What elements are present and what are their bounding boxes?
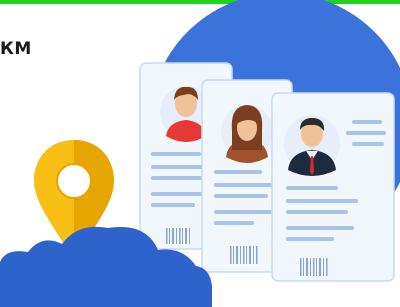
resume-card-3 xyxy=(271,92,395,282)
person-icon xyxy=(284,115,340,176)
resume-illustration xyxy=(0,0,400,307)
person-icon xyxy=(221,105,273,163)
